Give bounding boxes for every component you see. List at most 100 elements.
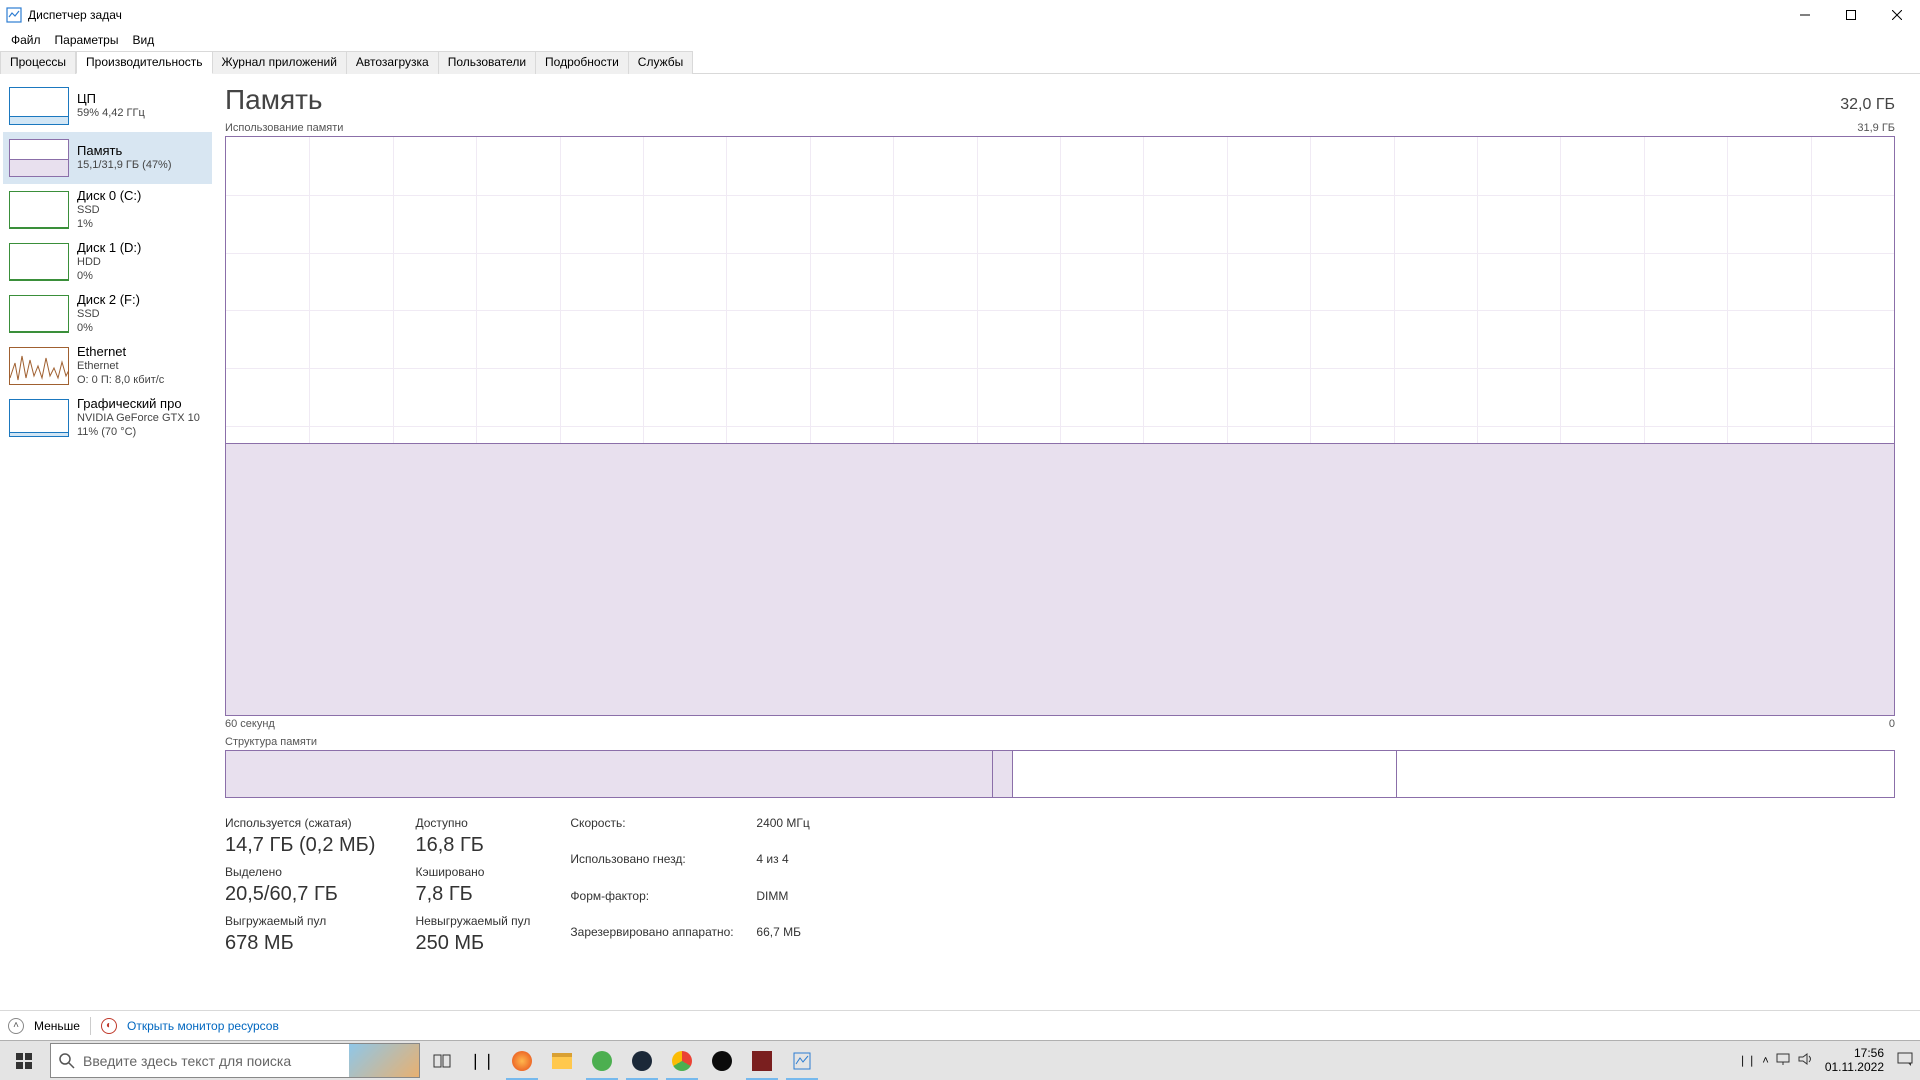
memory-total: 32,0 ГБ <box>1840 96 1895 114</box>
status-bar: ˄ Меньше ◐ Открыть монитор ресурсов <box>0 1010 1920 1040</box>
stat-commit-label: Выделено <box>225 865 375 879</box>
stat-paged-value: 678 МБ <box>225 932 375 955</box>
tab-app-history[interactable]: Журнал приложений <box>213 51 347 74</box>
tab-details[interactable]: Подробности <box>536 51 629 74</box>
stat-nonpaged-value: 250 МБ <box>415 932 530 955</box>
memory-stats: Используется (сжатая) 14,7 ГБ (0,2 МБ) В… <box>225 816 1895 957</box>
tray-meet-now-icon[interactable]: ❘❘ <box>1738 1054 1756 1067</box>
sidebar-disk2-name: Диск 2 (F:) <box>77 292 140 308</box>
stat-avail-value: 16,8 ГБ <box>415 834 530 857</box>
comp-in-use <box>226 751 993 797</box>
maximize-button[interactable] <box>1828 0 1874 30</box>
minimize-button[interactable] <box>1782 0 1828 30</box>
stat-paged-label: Выгружаемый пул <box>225 914 375 928</box>
tab-performance[interactable]: Производительность <box>76 51 212 74</box>
tray-volume-icon[interactable] <box>1797 1052 1813 1069</box>
window-title: Диспетчер задач <box>28 8 122 22</box>
sidebar-disk0-name: Диск 0 (C:) <box>77 188 141 204</box>
menu-view[interactable]: Вид <box>127 31 159 49</box>
sidebar-item-disk1[interactable]: Диск 1 (D:)HDD0% <box>3 236 212 288</box>
tray-time: 17:56 <box>1825 1047 1884 1061</box>
disk1-thumb-icon <box>9 243 69 281</box>
sidebar-mem-name: Память <box>77 143 172 159</box>
taskbar-app-explorer[interactable] <box>542 1041 582 1080</box>
stat-speed-label: Скорость: <box>570 816 750 848</box>
stat-avail-label: Доступно <box>415 816 530 830</box>
stat-speed-value: 2400 МГц <box>756 816 856 848</box>
cpu-thumb-icon <box>9 87 69 125</box>
sidebar-eth-name: Ethernet <box>77 344 164 360</box>
stat-cached-label: Кэшировано <box>415 865 530 879</box>
sidebar-gpu-name: Графический про <box>77 396 200 412</box>
taskbar-app-utorrent[interactable] <box>582 1041 622 1080</box>
comp-free <box>1397 751 1894 797</box>
system-tray: ❘❘ ˄ 17:56 01.11.2022 <box>1732 1041 1920 1080</box>
stat-form-label: Форм-фактор: <box>570 889 750 921</box>
memory-usage-graph[interactable] <box>225 136 1895 716</box>
windows-taskbar: Введите здесь текст для поиска ❘❘ ❘❘ ˄ 1… <box>0 1040 1920 1080</box>
start-button[interactable] <box>0 1041 48 1080</box>
taskbar-app-taskmgr[interactable] <box>782 1041 822 1080</box>
stat-cached-value: 7,8 ГБ <box>415 883 530 906</box>
graph-xright: 0 <box>1889 718 1895 730</box>
tab-users[interactable]: Пользователи <box>439 51 536 74</box>
tab-processes[interactable]: Процессы <box>0 51 76 74</box>
resmon-icon: ◐ <box>101 1018 117 1034</box>
comp-standby <box>1013 751 1397 797</box>
menu-file[interactable]: Файл <box>6 31 46 49</box>
taskbar-separator: ❘❘ <box>462 1041 502 1080</box>
stat-used-value: 14,7 ГБ (0,2 МБ) <box>225 834 375 857</box>
ethernet-thumb-icon <box>9 347 69 385</box>
tab-services[interactable]: Службы <box>629 51 693 74</box>
sidebar-item-disk2[interactable]: Диск 2 (F:)SSD0% <box>3 288 212 340</box>
fewer-details-button[interactable]: Меньше <box>34 1019 80 1033</box>
taskbar-search[interactable]: Введите здесь текст для поиска <box>50 1043 420 1078</box>
taskbar-app-firefox[interactable] <box>502 1041 542 1080</box>
tray-chevron-up-icon[interactable]: ˄ <box>1762 1055 1768 1067</box>
sidebar-mem-usage: 15,1/31,9 ГБ (47%) <box>77 159 172 173</box>
sidebar-item-disk0[interactable]: Диск 0 (C:)SSD1% <box>3 184 212 236</box>
task-view-button[interactable] <box>422 1041 462 1080</box>
menu-bar: Файл Параметры Вид <box>0 30 1920 50</box>
sidebar-item-gpu[interactable]: Графический проNVIDIA GeForce GTX 1011% … <box>3 392 212 444</box>
taskbar-app-steam[interactable] <box>622 1041 662 1080</box>
window-titlebar: Диспетчер задач <box>0 0 1920 30</box>
tray-clock[interactable]: 17:56 01.11.2022 <box>1819 1047 1890 1075</box>
sidebar-item-cpu[interactable]: ЦП59% 4,42 ГГц <box>3 80 212 132</box>
tab-startup[interactable]: Автозагрузка <box>347 51 439 74</box>
search-weather-icon <box>349 1044 419 1077</box>
stat-hw-value: 66,7 МБ <box>756 925 856 957</box>
page-title: Память <box>225 84 323 116</box>
graph-ymax: 31,9 ГБ <box>1857 122 1895 134</box>
close-button[interactable] <box>1874 0 1920 30</box>
comp-modified <box>993 751 1013 797</box>
stat-used-label: Используется (сжатая) <box>225 816 375 830</box>
stat-form-value: DIMM <box>756 889 856 921</box>
sidebar-cpu-usage: 59% 4,42 ГГц <box>77 107 145 121</box>
gpu-thumb-icon <box>9 399 69 437</box>
disk2-thumb-icon <box>9 295 69 333</box>
tray-network-icon[interactable] <box>1775 1052 1791 1069</box>
sidebar-disk1-name: Диск 1 (D:) <box>77 240 141 256</box>
stat-slots-label: Использовано гнезд: <box>570 852 750 884</box>
tab-bar: Процессы Производительность Журнал прило… <box>0 50 1920 74</box>
memory-composition-bar[interactable] <box>225 750 1895 798</box>
sidebar-item-ethernet[interactable]: EthernetEthernetО: 0 П: 8,0 кбит/с <box>3 340 212 392</box>
open-resmon-link[interactable]: Открыть монитор ресурсов <box>127 1019 279 1033</box>
taskbar-app-steam2[interactable] <box>702 1041 742 1080</box>
performance-sidebar: ЦП59% 4,42 ГГц Память15,1/31,9 ГБ (47%) … <box>0 74 215 1010</box>
stat-slots-value: 4 из 4 <box>756 852 856 884</box>
taskbar-app-game[interactable] <box>742 1041 782 1080</box>
menu-options[interactable]: Параметры <box>50 31 124 49</box>
stat-commit-value: 20,5/60,7 ГБ <box>225 883 375 906</box>
stat-hw-label: Зарезервировано аппаратно: <box>570 925 750 957</box>
search-placeholder: Введите здесь текст для поиска <box>83 1053 291 1069</box>
collapse-icon[interactable]: ˄ <box>8 1018 24 1034</box>
tray-action-center-icon[interactable] <box>1896 1051 1914 1070</box>
sidebar-item-memory[interactable]: Память15,1/31,9 ГБ (47%) <box>3 132 212 184</box>
stat-nonpaged-label: Невыгружаемый пул <box>415 914 530 928</box>
memory-thumb-icon <box>9 139 69 177</box>
taskbar-app-chrome[interactable] <box>662 1041 702 1080</box>
memory-panel: Память 32,0 ГБ Использование памяти 31,9… <box>215 74 1920 1010</box>
composition-label: Структура памяти <box>225 736 1895 748</box>
